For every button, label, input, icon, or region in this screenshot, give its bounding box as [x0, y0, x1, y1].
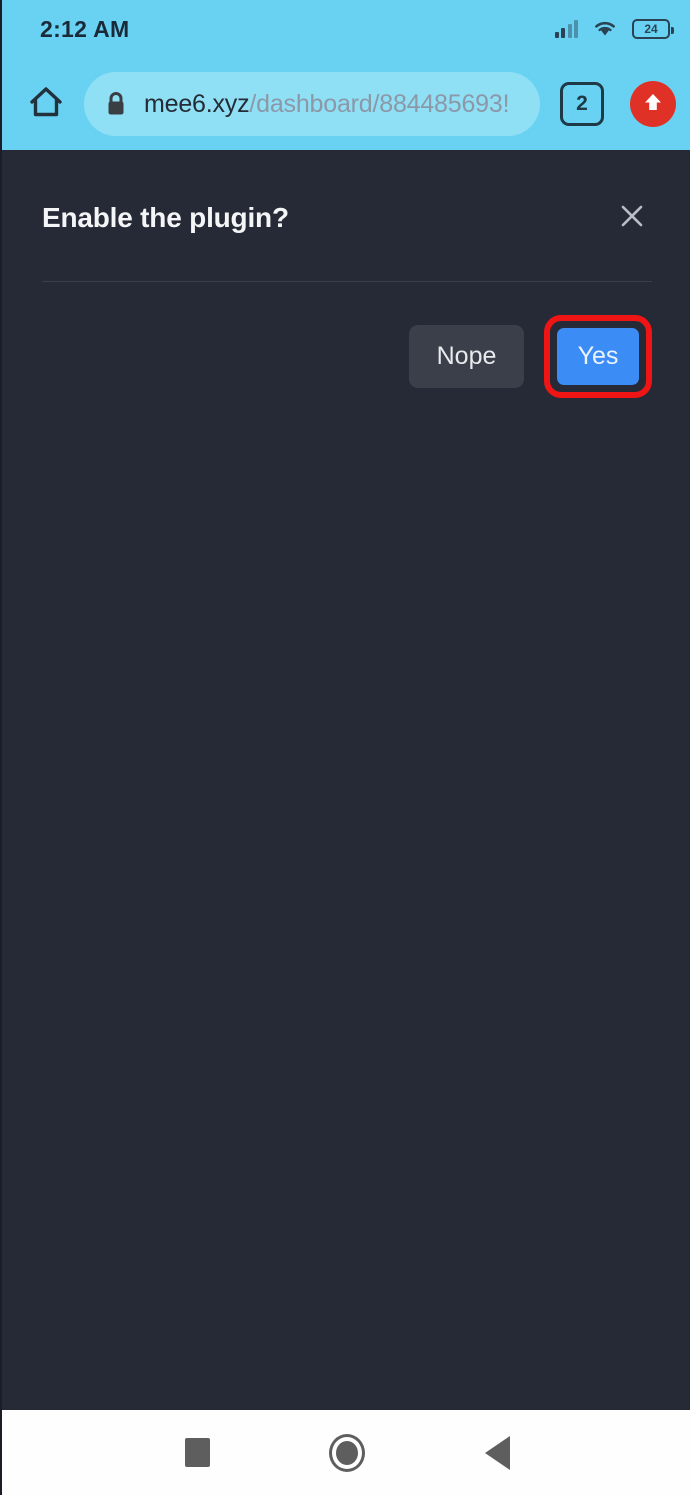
status-bar-clock: 2:12 AM [40, 15, 130, 42]
confirm-button-annotation-highlight: Yes [544, 315, 652, 398]
dialog-actions: Nope Yes [2, 282, 690, 398]
url-text: mee6.xyz/dashboard/884485693! [144, 90, 509, 119]
browser-menu-button[interactable] [630, 81, 676, 127]
dialog-header: Enable the plugin? [2, 150, 690, 238]
home-icon [26, 82, 66, 127]
close-button[interactable] [612, 198, 652, 238]
wifi-icon [592, 17, 618, 42]
page-title: Enable the plugin? [42, 202, 289, 233]
signal-bars-icon [554, 20, 578, 38]
url-bar[interactable]: mee6.xyz/dashboard/884485693! [84, 72, 540, 136]
decline-button[interactable]: Nope [409, 325, 524, 388]
back-button[interactable] [462, 1423, 532, 1483]
battery-level-label: 24 [644, 22, 658, 36]
lock-icon [104, 90, 128, 118]
home-button[interactable] [18, 76, 74, 132]
recents-button[interactable] [162, 1423, 232, 1483]
phone-screen: 2:12 AM 24 mee6.xyz/dashboard/884485693!… [0, 0, 690, 1495]
page-content: Enable the plugin? Nope Yes [2, 150, 690, 1410]
url-domain: mee6.xyz [144, 89, 250, 118]
tab-count-label: 2 [576, 92, 588, 115]
url-path: /dashboard/884485693! [249, 89, 510, 118]
up-arrow-icon [640, 89, 666, 120]
close-icon [617, 201, 647, 236]
battery-icon: 24 [632, 19, 674, 39]
confirm-button[interactable]: Yes [557, 328, 639, 385]
home-nav-button[interactable] [312, 1423, 382, 1483]
square-recents-icon [184, 1438, 210, 1467]
browser-toolbar: mee6.xyz/dashboard/884485693! 2 [2, 58, 690, 150]
tab-switcher-button[interactable]: 2 [560, 82, 604, 126]
status-bar-icons: 24 [554, 17, 674, 42]
circle-home-icon [329, 1433, 365, 1472]
status-bar: 2:12 AM 24 [2, 0, 690, 58]
android-navigation-bar [2, 1410, 690, 1495]
triangle-back-icon [484, 1435, 510, 1470]
